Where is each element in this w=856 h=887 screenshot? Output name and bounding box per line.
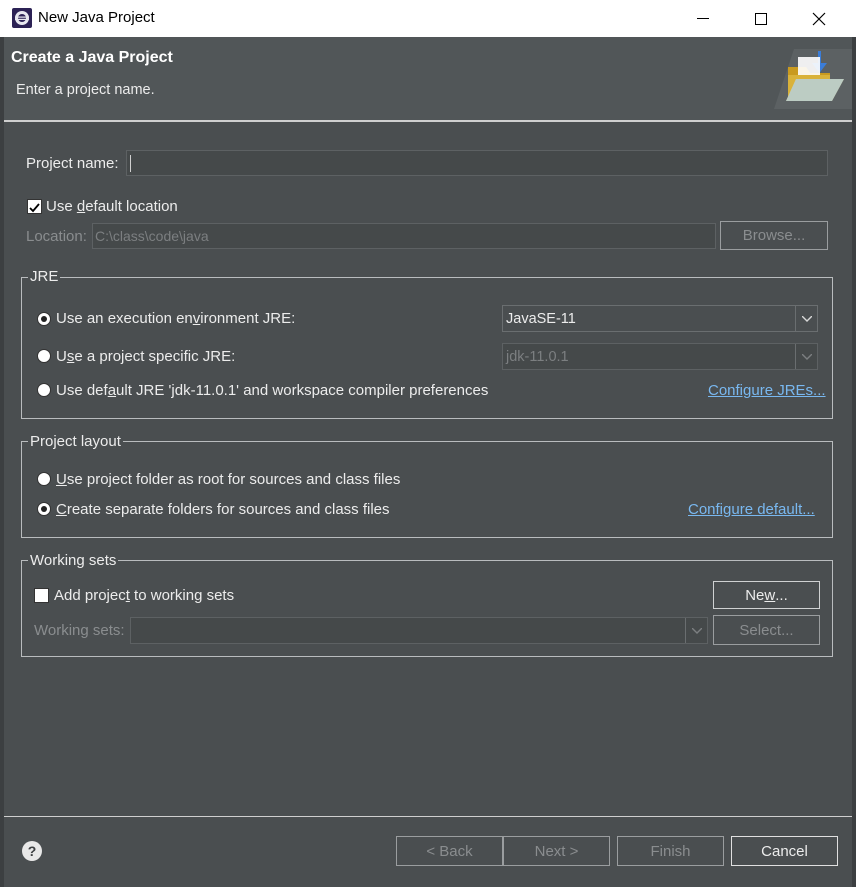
jre-env-radio[interactable] [37,312,51,326]
new-folder-icon [774,45,852,115]
location-input: C:\class\code\java [92,223,716,249]
project-specific-jre-select: jdk-11.0.1 [502,343,818,370]
use-default-location-checkbox[interactable] [27,199,42,214]
chevron-down-icon [685,618,707,643]
jre-specific-label[interactable]: Use a project specific JRE: [56,348,235,365]
jre-specific-radio[interactable] [37,349,51,363]
jre-group-title: JRE [28,268,61,285]
chevron-down-icon [795,306,817,331]
maximize-button[interactable] [732,0,790,37]
finish-button: Finish [617,836,724,866]
jre-default-label[interactable]: Use default JRE 'jdk-11.0.1' and workspa… [56,382,488,399]
select-working-sets-button: Select... [713,615,820,645]
project-layout-group [21,441,833,538]
maximize-icon [755,12,767,25]
back-button: < Back [396,836,503,866]
next-button: Next > [503,836,610,866]
checkmark-icon [29,203,40,213]
use-default-location-label[interactable]: Use default location [46,198,178,215]
configure-default-link[interactable]: Configure default... [688,501,815,518]
window-title: New Java Project [38,9,155,26]
jre-default-radio[interactable] [37,383,51,397]
layout-separate-label[interactable]: Create separate folders for sources and … [56,501,390,518]
layout-root-radio[interactable] [37,472,51,486]
project-layout-group-title: Project layout [28,433,123,450]
layout-root-label[interactable]: Use project folder as root for sources a… [56,471,400,488]
jre-env-label[interactable]: Use an execution environment JRE: [56,310,295,327]
minimize-button[interactable] [674,0,732,37]
new-working-set-button[interactable]: Ne w... [713,581,820,609]
help-icon[interactable]: ? [22,841,42,861]
radio-selected-dot [41,506,47,512]
execution-environment-select[interactable]: JavaSE-11 [502,305,818,332]
cancel-button[interactable]: Cancel [731,836,838,866]
layout-separate-radio[interactable] [37,502,51,516]
location-value: C:\class\code\java [95,228,209,244]
eclipse-app-icon [12,8,32,28]
execution-environment-value: JavaSE-11 [506,311,576,327]
wizard-title: Create a Java Project [11,49,173,66]
window-title-bar: New Java Project [0,0,856,37]
wizard-header: Create a Java Project Enter a project na… [4,37,852,120]
working-sets-group-title: Working sets [28,552,119,569]
minimize-icon [697,17,709,19]
close-button[interactable] [790,0,848,37]
add-to-working-sets-checkbox[interactable] [34,588,49,603]
location-label: Location: [26,228,87,245]
project-name-input[interactable] [126,150,828,176]
text-cursor [130,155,131,172]
chevron-down-icon [795,344,817,369]
configure-jres-link[interactable]: Configure JREs... [708,382,826,399]
browse-button: Browse... [720,221,828,250]
project-name-label: Project name: [26,155,119,172]
working-sets-label: Working sets: [34,622,125,639]
project-specific-jre-value: jdk-11.0.1 [506,349,569,365]
add-to-working-sets-label[interactable]: Add project to working sets [54,587,234,604]
close-icon [812,12,826,25]
wizard-message: Enter a project name. [16,82,155,98]
radio-selected-dot [41,316,47,322]
working-sets-select [130,617,708,644]
